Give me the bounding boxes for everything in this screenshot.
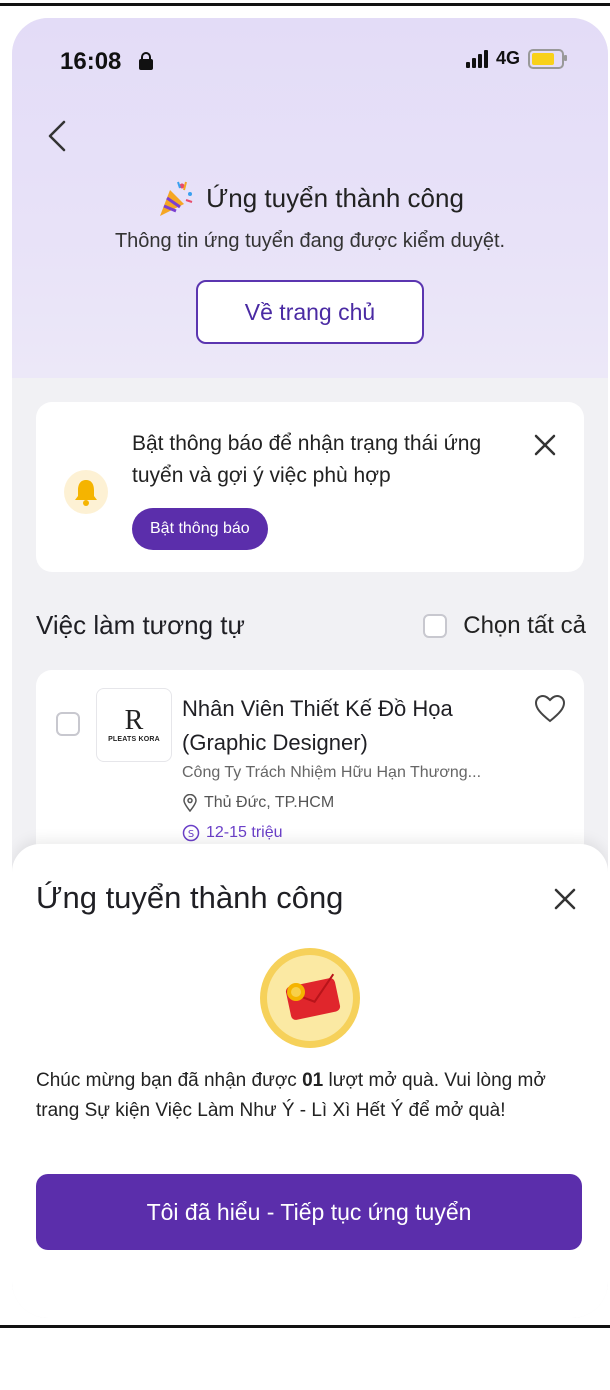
status-time: 16:08 [60, 48, 122, 75]
close-icon[interactable] [552, 886, 578, 912]
company-logo: R PLEATS KORA [96, 688, 172, 762]
select-all-toggle[interactable]: Chọn tất cả [423, 612, 586, 640]
red-envelope-gift-icon [260, 948, 360, 1048]
phone-screen: 16:08 4G Ứng tuyển thành công Thông tin … [12, 18, 608, 1318]
location-text: Thủ Đức, TP.HCM [204, 794, 335, 811]
similar-jobs-title: Việc làm tương tự [36, 610, 245, 640]
frame-top-line [0, 3, 610, 6]
close-icon[interactable] [530, 430, 560, 460]
reward-message: Chúc mừng bạn đã nhận được 01 lượt mở qu… [36, 1066, 584, 1126]
job-title[interactable]: Nhân Viên Thiết Kế Đồ Họa (Graphic Desig… [182, 692, 512, 760]
heart-icon[interactable] [534, 694, 566, 724]
frame-bottom-line [0, 1325, 610, 1328]
salary-text: 12-15 triệu [206, 824, 283, 841]
success-header: 16:08 4G Ứng tuyển thành công Thông tin … [12, 18, 608, 378]
header-title-row: Ứng tuyển thành công [12, 178, 608, 218]
job-checkbox[interactable] [56, 712, 80, 736]
page-title: Ứng tuyển thành công [206, 182, 464, 213]
company-name: Công Ty Trách Nhiệm Hữu Hạn Thương... [182, 764, 482, 781]
page-subtitle: Thông tin ứng tuyển đang được kiểm duyệt… [114, 230, 506, 252]
logo-text: PLEATS KORA [108, 735, 160, 743]
signal-icon [465, 49, 488, 68]
location-pin-icon [183, 794, 197, 812]
logo-mark: R [124, 704, 144, 736]
home-button[interactable]: Về trang chủ [196, 280, 424, 344]
back-arrow-icon[interactable] [40, 116, 74, 156]
notification-card: Bật thông báo để nhận trạng thái ứng tuy… [36, 402, 584, 572]
job-location: Thủ Đức, TP.HCM [182, 794, 334, 812]
party-popper-icon [160, 181, 193, 216]
svg-text:S: S [188, 829, 194, 840]
notification-message: Bật thông báo để nhận trạng thái ứng tuy… [132, 432, 482, 487]
status-indicators: 4G [465, 48, 567, 69]
bell-icon [75, 480, 97, 506]
reward-message-start: Chúc mừng bạn đã nhận được [36, 1070, 303, 1091]
select-all-label: Chọn tất cả [463, 612, 586, 639]
lock-icon [139, 52, 153, 70]
job-salary: S 12-15 triệu [182, 824, 283, 842]
success-bottom-sheet: Ứng tuyển thành công Chúc mừng bạn đã nh… [12, 844, 608, 1318]
bell-badge [64, 470, 108, 514]
battery-icon [528, 48, 567, 69]
salary-coin-icon: S [182, 824, 200, 842]
reward-count: 01 [302, 1070, 324, 1091]
continue-applying-button[interactable]: Tôi đã hiểu - Tiếp tục ứng tuyển [36, 1174, 582, 1250]
select-all-checkbox[interactable] [423, 614, 448, 638]
network-label: 4G [495, 48, 520, 68]
sheet-title: Ứng tuyển thành công [36, 880, 344, 915]
enable-notifications-button[interactable]: Bật thông báo [132, 508, 268, 550]
